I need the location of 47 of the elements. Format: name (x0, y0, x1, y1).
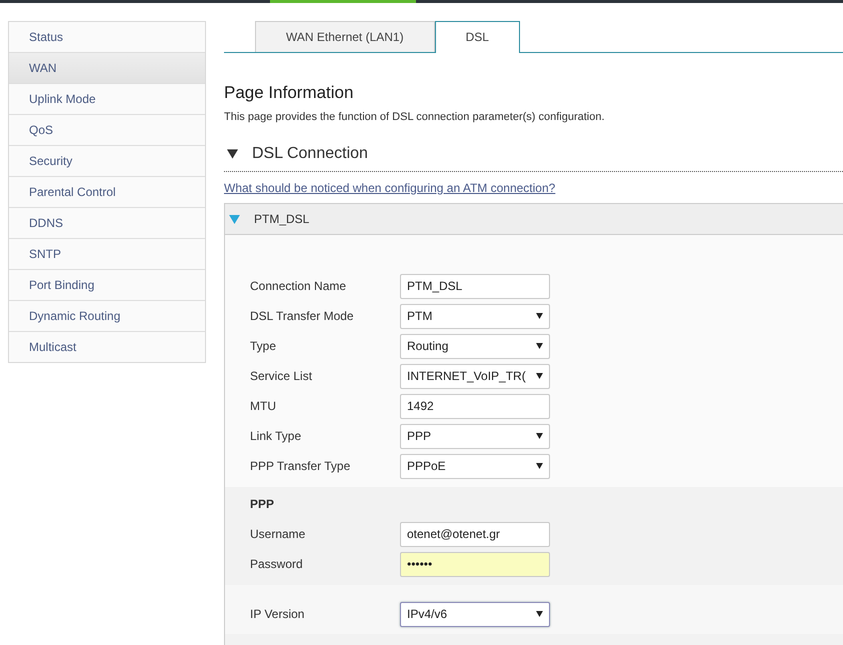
input-field[interactable]: otenet@otenet.gr (400, 522, 550, 546)
field-label: Connection Name (250, 279, 348, 293)
caret-icon (536, 313, 543, 319)
page-title: Page Information (224, 83, 354, 103)
caret-icon (536, 611, 543, 617)
page-description: This page provides the function of DSL connection parameter(s) configuration. (224, 111, 606, 123)
field-label: Service List (250, 369, 314, 383)
tab[interactable]: DSL (434, 21, 520, 53)
sidebar-item[interactable]: Port Binding (9, 269, 205, 300)
dropdown[interactable]: IPv4/v6 (400, 602, 550, 626)
dropdown[interactable]: INTERNET_VoIP_TR( (400, 364, 550, 388)
sidebar-item[interactable]: SNTP (9, 238, 205, 269)
tab[interactable]: WAN Ethernet (LAN1) (255, 21, 435, 52)
sidebar-item[interactable]: Security (9, 145, 205, 176)
field-label: PPP Transfer Type (250, 459, 352, 473)
caret-icon (536, 463, 543, 469)
sidebar-item[interactable]: WAN (9, 52, 205, 83)
field-label: IP Version (250, 607, 306, 621)
dropdown[interactable]: PTM (400, 304, 550, 328)
section-title: DSL Connection (252, 145, 368, 163)
sidebar-item[interactable]: Parental Control (9, 176, 205, 207)
field-label: MTU (250, 399, 277, 413)
dropdown[interactable]: PPP (400, 424, 550, 448)
sidebar-item[interactable]: Dynamic Routing (9, 300, 205, 331)
field-label: Link Type (250, 429, 302, 443)
dropdown[interactable]: Routing (400, 334, 550, 358)
connection-header[interactable]: PTM_DSL (225, 203, 843, 235)
input-field[interactable]: PTM_DSL (400, 274, 550, 298)
connection-name: PTM_DSL (254, 212, 310, 226)
help-link[interactable]: What should be noticed when configuring an ATM connection? (224, 181, 556, 195)
caret-icon (536, 373, 543, 379)
field-label: Type (250, 339, 278, 353)
field-label: Password (250, 557, 304, 571)
sidebar-item[interactable]: DDNS (9, 207, 205, 238)
input-field[interactable]: 1492 (400, 394, 550, 418)
sidebar-item[interactable]: QoS (9, 114, 205, 145)
password-field[interactable]: •••••• (400, 552, 550, 576)
field-label: DSL Transfer Mode (250, 309, 355, 323)
sidebar-item[interactable]: Multicast (9, 331, 205, 362)
sidebar-item[interactable]: Uplink Mode (9, 83, 205, 114)
group-title: PPP (250, 496, 276, 513)
field-label: Username (250, 527, 306, 541)
caret-icon (536, 433, 543, 439)
triangle-icon[interactable] (227, 149, 238, 159)
caret-icon (536, 343, 543, 349)
dropdown[interactable]: PPPoE (400, 454, 550, 478)
sidebar-item[interactable]: Status (9, 22, 205, 52)
